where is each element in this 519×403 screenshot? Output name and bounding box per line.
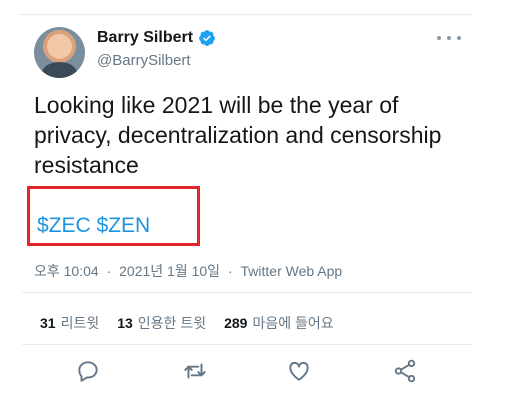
tweet-meta: 오후 10:04 · 2021년 1월 10일 · Twitter Web Ap…	[34, 261, 342, 281]
share-icon[interactable]	[392, 358, 418, 384]
reply-icon[interactable]	[75, 358, 101, 384]
display-name[interactable]: Barry Silbert	[97, 29, 193, 47]
likes-count: 289	[224, 315, 248, 331]
likes-label: 마음에 들어요	[252, 315, 334, 331]
likes-stat[interactable]: 289 마음에 들어요	[224, 313, 334, 333]
cashtag-links[interactable]: $ZEC $ZEN	[37, 214, 150, 238]
more-options-icon[interactable]	[437, 31, 461, 45]
tweet-time[interactable]: 오후 10:04	[34, 263, 99, 279]
user-handle[interactable]: @BarrySilbert	[97, 52, 191, 69]
retweet-icon[interactable]	[182, 358, 208, 384]
top-divider	[18, 14, 472, 15]
user-name-row: Barry Silbert	[97, 29, 216, 47]
quotes-stat[interactable]: 13 인용한 트윗	[117, 313, 206, 333]
stats-top-divider	[22, 292, 472, 293]
stats-bottom-divider	[22, 344, 472, 345]
retweets-count: 31	[40, 315, 56, 331]
tweet-text: Looking like 2021 will be the year of pr…	[34, 92, 442, 178]
avatar[interactable]	[34, 27, 85, 78]
tweet-date[interactable]: 2021년 1월 10일	[119, 263, 220, 279]
quotes-count: 13	[117, 315, 133, 331]
tweet-stats: 31 리트윗 13 인용한 트윗 289 마음에 들어요	[40, 313, 352, 333]
tweet-actions	[0, 358, 519, 388]
tweet-source[interactable]: Twitter Web App	[241, 263, 343, 279]
retweets-stat[interactable]: 31 리트윗	[40, 313, 99, 333]
verified-badge-icon	[199, 30, 215, 46]
meta-separator: ·	[106, 263, 112, 279]
heart-icon[interactable]	[286, 358, 312, 384]
retweets-label: 리트윗	[60, 315, 100, 331]
quotes-label: 인용한 트윗	[137, 315, 207, 331]
meta-separator: ·	[227, 263, 233, 279]
